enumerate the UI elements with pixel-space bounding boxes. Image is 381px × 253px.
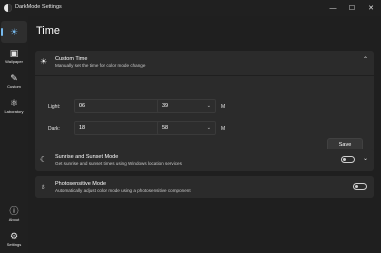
title-bar: DarkMode Settings — ☐ ✕ xyxy=(0,0,381,16)
chevron-down-icon: ⌄ xyxy=(206,125,211,131)
sunrise-sunset-description: Get sunrise and sunset times using Windo… xyxy=(55,161,182,166)
laboratory-icon: ⚛ xyxy=(9,98,19,108)
sidebar-item-laboratory[interactable]: ⚛ Laboratory xyxy=(1,98,27,114)
info-icon: ⓘ xyxy=(9,206,19,216)
sidebar-item-label: Wallpaper xyxy=(5,59,23,64)
toggle-knob xyxy=(343,158,346,161)
light-label: Light: xyxy=(48,104,61,110)
maximize-button[interactable]: ☐ xyxy=(344,0,360,16)
photosensitive-description: Automatically adjust color mode using a … xyxy=(55,188,191,193)
sidebar-item-custom[interactable]: ✎ Custom xyxy=(1,73,27,89)
light-minute-select[interactable]: 39 ⌄ xyxy=(157,99,216,113)
dark-minute-value: 58 xyxy=(162,125,169,131)
sidebar-item-time[interactable]: ☀ xyxy=(1,21,27,43)
divider xyxy=(35,75,374,76)
custom-time-description: Manually set the time for color mode cha… xyxy=(55,63,146,68)
main-content: Time ☀ Custom Time Manually set the time… xyxy=(28,16,381,253)
app-logo-icon xyxy=(4,4,12,12)
sun-icon: ☀ xyxy=(9,27,19,37)
custom-time-header[interactable]: ☀ Custom Time Manually set the time for … xyxy=(35,51,374,73)
sidebar-item-label: Custom xyxy=(7,84,21,89)
light-minute-value: 39 xyxy=(162,103,169,109)
page-title: Time xyxy=(36,25,61,37)
photosensitive-title: Photosensitive Mode xyxy=(55,181,107,187)
chevron-up-icon[interactable]: ⌃ xyxy=(363,56,368,63)
window-title: DarkMode Settings xyxy=(15,4,62,10)
sidebar-item-label: Settings xyxy=(6,242,22,247)
photosensitive-toggle[interactable] xyxy=(353,183,367,190)
sensor-icon: ♁ xyxy=(40,182,46,191)
light-hour-value: 06 xyxy=(79,103,86,109)
sidebar-item-about[interactable]: ⓘ About xyxy=(1,206,27,222)
sunrise-sunset-card[interactable]: ☾ Sunrise and Sunset Mode Get sunrise an… xyxy=(35,149,374,171)
sunrise-sunset-title: Sunrise and Sunset Mode xyxy=(55,154,119,160)
dark-hour-value: 18 xyxy=(79,125,86,131)
custom-time-title: Custom Time xyxy=(55,56,88,62)
chevron-down-icon: ⌄ xyxy=(206,103,211,109)
sidebar: ☀ ▣ Wallpaper ✎ Custom ⚛ Laboratory ⓘ Ab… xyxy=(0,16,28,253)
sidebar-item-wallpaper[interactable]: ▣ Wallpaper xyxy=(1,48,27,64)
sidebar-item-settings[interactable]: ⚙ Settings xyxy=(1,231,27,247)
minimize-button[interactable]: — xyxy=(325,0,341,16)
minute-unit: M xyxy=(221,104,226,110)
brush-icon: ✎ xyxy=(10,73,18,83)
custom-time-card: ☀ Custom Time Manually set the time for … xyxy=(35,51,374,159)
sidebar-item-label: Laboratory xyxy=(4,109,24,114)
chevron-down-icon[interactable]: ⌄ xyxy=(363,155,368,162)
moon-icon: ☾ xyxy=(40,155,48,164)
minute-unit: M xyxy=(221,126,226,132)
sun-icon: ☀ xyxy=(40,57,48,66)
dark-label: Dark: xyxy=(48,126,60,132)
sidebar-item-label: About xyxy=(8,217,20,222)
toggle-knob xyxy=(355,185,358,188)
photosensitive-card: ♁ Photosensitive Mode Automatically adju… xyxy=(35,176,374,198)
wallpaper-icon: ▣ xyxy=(9,48,19,58)
close-button[interactable]: ✕ xyxy=(363,0,379,16)
dark-minute-select[interactable]: 58 ⌄ xyxy=(157,121,216,135)
gear-icon: ⚙ xyxy=(9,231,19,241)
sunrise-sunset-toggle[interactable] xyxy=(341,156,355,163)
